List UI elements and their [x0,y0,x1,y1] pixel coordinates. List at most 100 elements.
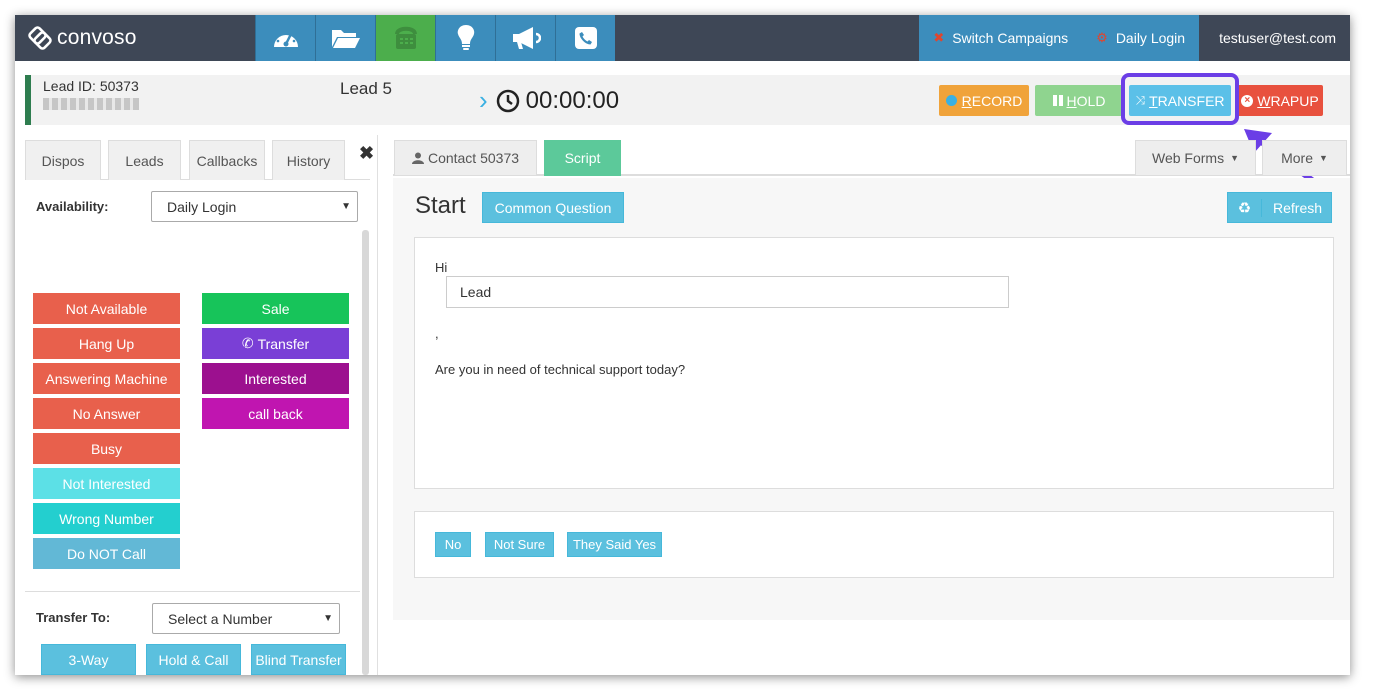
call-timer: › 00:00:00 [479,85,619,116]
availability-select[interactable]: Daily Login ▼ [151,191,358,222]
tab-dispos[interactable]: Dispos [25,140,101,180]
lightbulb-icon[interactable] [435,15,495,61]
answer-box: No Not Sure They Said Yes [414,511,1334,578]
answer-yes-button[interactable]: They Said Yes [567,532,662,557]
dispo-label: Not Interested [62,475,151,492]
record-button[interactable]: R ECORD [939,85,1029,116]
blind-transfer-button[interactable]: Blind Transfer [251,644,346,675]
hold-accesskey: H [1066,92,1077,109]
dispo-label: Sale [261,300,290,317]
script-greeting: Hi [435,260,448,275]
chevron-down-icon: ▼ [323,613,333,624]
dispo-label: Not Available [65,300,148,317]
dispo-button[interactable]: Interested [202,363,349,394]
gear-icon: ⚙ [1096,30,1108,45]
answer-not-sure-button[interactable]: Not Sure [485,532,554,557]
timer-value: 00:00:00 [525,86,620,114]
dispo-button[interactable]: Answering Machine [33,363,180,394]
dispo-button[interactable]: call back [202,398,349,429]
divider [25,591,360,592]
refresh-button[interactable]: ♻ Refresh [1227,192,1332,223]
transfer-number-value: Select a Number [168,610,273,627]
dispo-label: Do NOT Call [66,545,147,562]
tab-script[interactable]: Script [544,140,621,176]
answer-no-button[interactable]: No [435,532,471,557]
tab-leads[interactable]: Leads [108,140,181,180]
recycle-icon: ♻ [1228,198,1262,217]
tab-contact[interactable]: Contact 50373 [394,140,537,176]
daily-login-link[interactable]: ⚙ Daily Login [1082,15,1200,61]
hold-and-call-button[interactable]: Hold & Call [146,644,241,675]
phone-desk-icon[interactable] [375,15,435,61]
phone-icon: ✆ [241,335,254,351]
caret-down-icon: ▼ [1230,153,1239,163]
switch-campaigns-label: Switch Campaigns [952,30,1069,46]
dispo-label: Interested [244,370,307,387]
dispo-label: Hang Up [78,335,135,352]
dispo-button[interactable]: Do NOT Call [33,538,180,569]
hold-label: OLD [1076,92,1106,109]
dispo-button[interactable]: Busy [33,433,180,464]
lead-name: Lead 5 [340,79,392,98]
dashboard-icon[interactable] [255,15,315,61]
main-tabs: Contact 50373 Script Web Forms ▼ More ▼ [393,140,1350,176]
lead-name-field[interactable]: Lead [446,276,1009,308]
script-question: Are you in need of technical support tod… [435,362,686,377]
hold-button[interactable]: H OLD [1035,85,1123,116]
chevron-down-icon: ▼ [341,201,351,212]
lead-id: Lead ID: 50373 [43,78,139,94]
app-name: convoso [57,26,137,49]
user-menu[interactable]: testuser@test.com [1199,15,1350,61]
dispo-label: No Answer [72,405,141,422]
convoso-logo[interactable]: convoso [27,25,137,51]
user-email: testuser@test.com [1219,30,1336,46]
wrapup-accesskey: W [1257,92,1271,109]
three-way-button[interactable]: 3-Way [41,644,136,675]
dispo-button[interactable]: Wrong Number [33,503,180,534]
tab-history[interactable]: History [272,140,345,180]
availability-label: Availability: [36,199,109,214]
top-navbar: convoso ✖ Switch Campaigns ⚙ Daily Login… [15,15,1350,61]
close-icon[interactable]: ✖ [359,143,374,164]
nav-icon-bar [255,15,615,61]
more-dropdown[interactable]: More ▼ [1262,140,1347,176]
tab-contact-label: Contact 50373 [427,150,520,166]
dispo-button[interactable]: ✆ Transfer [202,328,349,359]
close-circle-icon: × [1241,94,1254,107]
user-icon [411,152,424,164]
transfer-highlight-box [1121,73,1239,125]
more-label: More [1281,150,1313,166]
chevron-right-icon: › [479,85,488,115]
dispo-label: Transfer [257,335,310,352]
dispo-button[interactable]: No Answer [33,398,180,429]
web-forms-dropdown[interactable]: Web Forms ▼ [1135,140,1256,176]
lead-phone-redacted [43,98,139,110]
daily-login-label: Daily Login [1115,30,1186,46]
script-content: Start Common Question ♻ Refresh Hi Lead … [393,178,1350,620]
record-accesskey: R [961,92,972,109]
wrapup-button[interactable]: × W RAPUP [1237,85,1323,116]
pause-icon [1052,95,1063,106]
scrollbar[interactable] [362,230,369,675]
dispo-label: Answering Machine [45,370,168,387]
megaphone-icon[interactable] [495,15,555,61]
dispo-button[interactable]: Not Interested [33,468,180,499]
switch-campaigns-link[interactable]: ✖ Switch Campaigns [919,15,1083,61]
folder-icon[interactable] [315,15,375,61]
dispo-button[interactable]: Hang Up [33,328,180,359]
left-tabs: Dispos Leads Callbacks History [25,140,370,180]
tab-callbacks[interactable]: Callbacks [189,140,265,180]
common-question-button[interactable]: Common Question [482,192,624,223]
dispo-button[interactable]: Sale [202,293,349,324]
phone-icon[interactable] [555,15,615,61]
record-label: ECORD [971,92,1023,109]
web-forms-label: Web Forms [1151,150,1225,166]
dispo-button[interactable]: Not Available [33,293,180,324]
app-window: convoso ✖ Switch Campaigns ⚙ Daily Login… [15,15,1350,675]
availability-value: Daily Login [167,198,237,215]
record-dot-icon [945,95,957,106]
script-box: Hi Lead , Are you in need of technical s… [414,237,1334,489]
clock-icon [496,89,519,112]
script-section-title: Start [415,192,466,219]
transfer-number-select[interactable]: Select a Number ▼ [152,603,340,634]
